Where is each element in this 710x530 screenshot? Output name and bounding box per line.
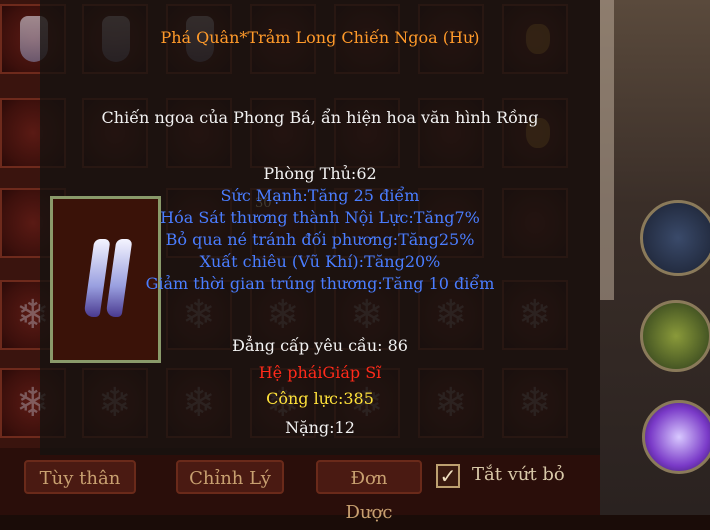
item-power: Công lực:385 [266,389,374,408]
tuy-than-button[interactable]: Tùy thân [24,460,136,494]
item-attribute: Bỏ qua né tránh đối phương:Tăng25% [165,230,475,249]
item-attribute: Sức Mạnh:Tăng 25 điểm [220,186,420,205]
discard-checkbox-label: Tắt vứt bỏ [472,464,565,485]
item-weight: Nặng:12 [285,418,355,437]
item-description: Chiến ngoa của Phong Bá, ẩn hiện hoa văn… [101,108,539,127]
discard-checkbox[interactable]: ✓ [436,464,460,488]
skill-orb-button[interactable] [640,300,710,372]
scene-pole [600,0,614,300]
item-faction: Hệ pháiGiáp Sĩ [258,363,382,382]
skill-orb-button[interactable] [640,200,710,276]
item-attribute: Xuất chiêu (Vũ Khí):Tăng20% [199,252,441,271]
item-attribute: Giảm thời gian trúng thương:Tăng 10 điểm [145,274,495,293]
item-defense: Phòng Thủ:62 [263,164,377,183]
skill-orb-button[interactable] [642,400,710,474]
chinh-ly-button[interactable]: Chỉnh Lý [176,460,284,494]
don-duoc-button[interactable]: Đơn Dược [316,460,422,523]
item-level-requirement: Đẳng cấp yêu cầu: 86 [232,336,408,355]
item-attribute: Hóa Sát thương thành Nội Lực:Tăng7% [160,208,480,227]
item-name: Phá Quân*Trảm Long Chiến Ngoa (Hư) [160,28,480,47]
